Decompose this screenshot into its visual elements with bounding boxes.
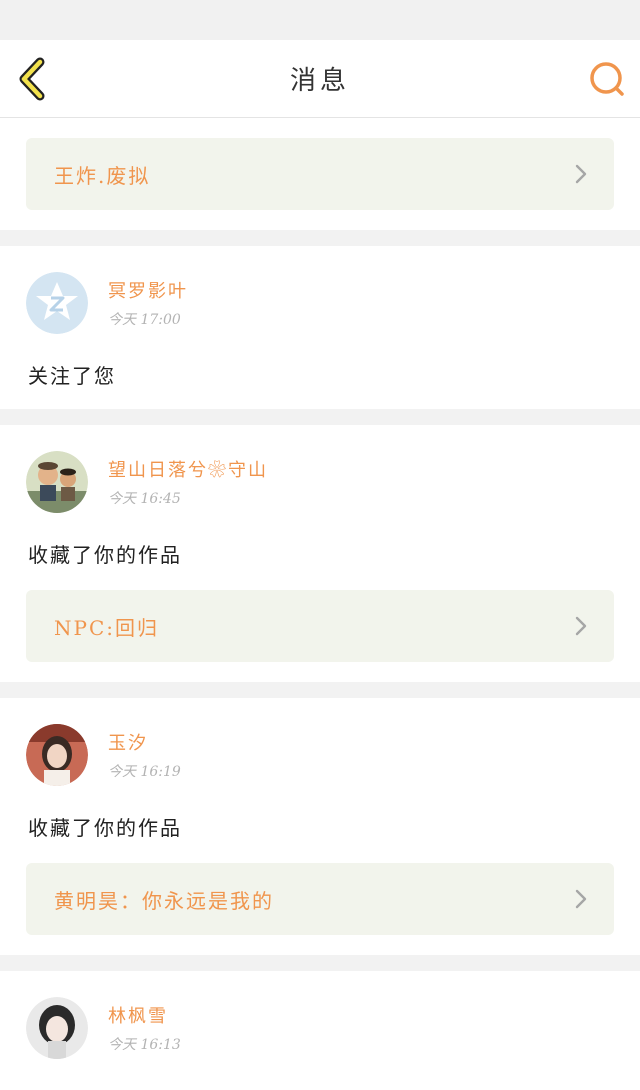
work-link[interactable]: 王炸.废拟 [26,138,614,210]
message-item: 玉汐 今天 16:19 收藏了你的作品 黄明昊：你永远是我的 [0,698,640,955]
username[interactable]: 玉汐 [108,729,181,755]
username[interactable]: 冥罗影叶 [108,277,188,303]
username[interactable]: 林枫雪 [108,1002,181,1028]
timestamp: 今天 16:13 [108,1037,181,1053]
back-button[interactable] [14,56,54,102]
work-link-label: 王炸.废拟 [54,163,151,188]
divider [0,409,640,425]
message-item: 冥罗影叶 今天 17:00 关注了您 [0,246,640,409]
qq-default-avatar-icon [26,272,88,334]
cartoon-avatar-icon [26,451,88,513]
timestamp: 今天 16:19 [108,764,181,780]
message-user-row: 望山日落兮❀守山 今天 16:45 [0,451,640,513]
top-work-card: 王炸.废拟 [0,118,640,230]
girl-avatar-icon [26,997,88,1059]
message-item: 望山日落兮❀守山 今天 16:45 收藏了你的作品 NPC:回归 [0,425,640,682]
girl-avatar-icon [26,724,88,786]
work-link[interactable]: 黄明昊：你永远是我的 [26,863,614,935]
avatar[interactable] [26,272,88,334]
divider [0,682,640,698]
message-item: 林枫雪 今天 16:13 收藏了你的作品 [0,971,640,1090]
message-text: 收藏了你的作品 [0,1059,640,1090]
chevron-right-icon [575,616,587,636]
avatar[interactable] [26,451,88,513]
message-user-row: 林枫雪 今天 16:13 [0,997,640,1059]
work-link-label: 黄明昊：你永远是我的 [54,888,274,913]
timestamp: 今天 17:00 [108,312,181,328]
username[interactable]: 望山日落兮❀守山 [108,456,268,482]
chevron-right-icon [575,889,587,909]
message-text: 关注了您 [28,364,116,388]
message-text: 收藏了你的作品 [28,816,182,840]
message-user-row: 玉汐 今天 16:19 [0,724,640,786]
timestamp: 今天 16:45 [108,491,181,507]
top-nav-bar: 消息 [0,40,640,118]
message-text: 收藏了你的作品 [28,543,182,567]
divider [0,955,640,971]
search-icon [590,62,624,96]
work-link-label: NPC:回归 [54,615,159,640]
search-button[interactable] [586,58,626,100]
page-title: 消息 [289,66,350,96]
back-arrow-icon [19,57,45,101]
status-bar [0,0,640,40]
avatar[interactable] [26,724,88,786]
divider [0,230,640,246]
work-link[interactable]: NPC:回归 [26,590,614,662]
avatar[interactable] [26,997,88,1059]
message-user-row: 冥罗影叶 今天 17:00 [0,272,640,334]
chevron-right-icon [575,164,587,184]
